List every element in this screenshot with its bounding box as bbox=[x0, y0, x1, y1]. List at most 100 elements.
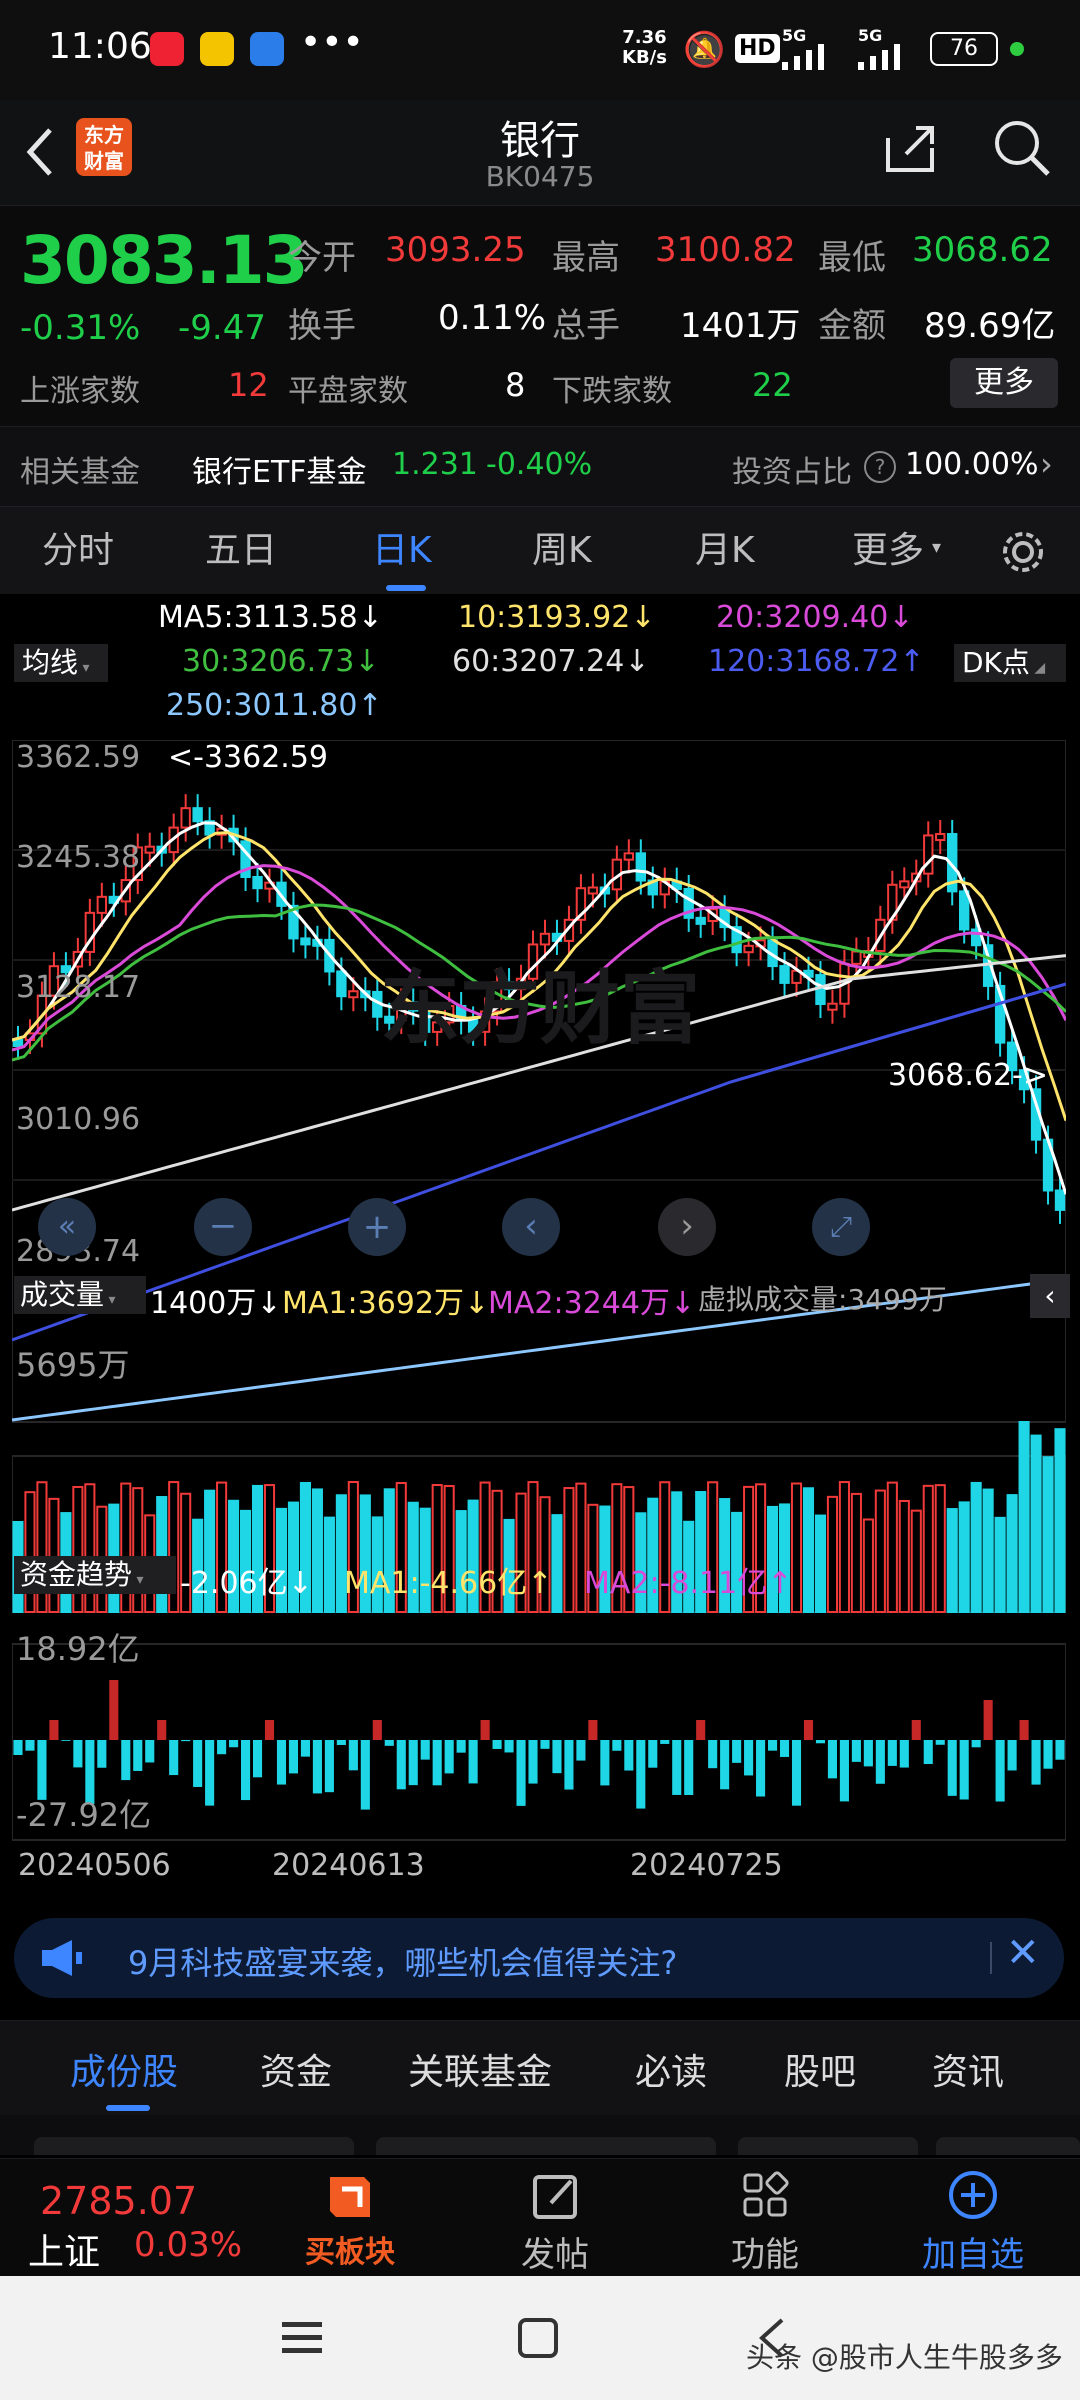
help-icon[interactable]: ? bbox=[864, 451, 896, 483]
flow-bar bbox=[516, 1740, 526, 1806]
more-notifications-icon: ••• bbox=[300, 22, 364, 63]
candle bbox=[779, 965, 790, 984]
low-label: 最低 bbox=[818, 238, 886, 278]
flow-bar bbox=[384, 1740, 394, 1746]
buy-sector-button[interactable]: 买板块 bbox=[290, 2167, 410, 2271]
post-button[interactable]: 发帖 bbox=[500, 2167, 610, 2275]
settings-icon[interactable] bbox=[998, 527, 1048, 577]
volume-bar bbox=[946, 1508, 958, 1614]
zoom-out-button[interactable]: − bbox=[194, 1198, 252, 1256]
turnover-label: 换手 bbox=[288, 306, 356, 346]
volume-y-max: 5695万 bbox=[16, 1346, 130, 1384]
news-banner[interactable]: 9月科技盛宴来袭，哪些机会值得关注? ✕ bbox=[14, 1918, 1064, 1998]
flow-bar bbox=[169, 1740, 179, 1776]
share-icon[interactable] bbox=[880, 118, 940, 178]
indicator-selector[interactable]: 均线 ▾ bbox=[14, 644, 108, 682]
volume-bar bbox=[1018, 1421, 1030, 1614]
flow-bar bbox=[252, 1740, 263, 1778]
function-button[interactable]: 功能 bbox=[710, 2167, 820, 2275]
flow-bar bbox=[528, 1740, 538, 1784]
flow-bar bbox=[276, 1740, 287, 1785]
flow-bar bbox=[193, 1740, 203, 1787]
flow-selector[interactable]: 资金趋势 ▾ bbox=[14, 1556, 176, 1594]
tab-related-funds[interactable]: 关联基金 bbox=[408, 2043, 552, 2095]
y-axis-label: 3128.17 bbox=[16, 970, 141, 1005]
fullscreen-button[interactable]: ⤢ bbox=[812, 1198, 870, 1256]
news-text[interactable]: 9月科技盛宴来袭，哪些机会值得关注? bbox=[128, 1938, 677, 1984]
menu-icon[interactable] bbox=[280, 2318, 324, 2358]
tab-daily-k[interactable]: 日K bbox=[372, 507, 432, 595]
tab-intraday[interactable]: 分时 bbox=[42, 507, 114, 595]
add-watchlist-button[interactable]: 加自选 bbox=[908, 2167, 1038, 2275]
change-amount: -9.47 bbox=[178, 308, 266, 348]
period-tabs: 分时 五日 日K 周K 月K 更多 ▾ bbox=[0, 506, 1080, 596]
candle bbox=[623, 852, 635, 861]
flow-bar bbox=[803, 1720, 814, 1740]
candle bbox=[144, 845, 155, 854]
tab-news[interactable]: 资讯 bbox=[932, 2043, 1004, 2095]
flow-bar bbox=[348, 1740, 358, 1771]
cards-strip bbox=[0, 2115, 1080, 2155]
tab-forum[interactable]: 股吧 bbox=[784, 2043, 856, 2095]
volume-bar bbox=[563, 1487, 575, 1613]
candle bbox=[12, 1039, 24, 1047]
dk-point-button[interactable]: DK点 ◢ bbox=[954, 644, 1066, 682]
volume-bar bbox=[323, 1516, 335, 1613]
flow-bar bbox=[420, 1740, 430, 1760]
candle bbox=[959, 890, 970, 931]
scroll-right-button[interactable]: › bbox=[658, 1198, 716, 1256]
home-icon[interactable] bbox=[516, 2316, 560, 2360]
tab-weekly-k[interactable]: 周K bbox=[532, 507, 592, 595]
flow-bar bbox=[324, 1740, 334, 1793]
flow-bar bbox=[863, 1740, 873, 1767]
more-button[interactable]: 更多 bbox=[950, 358, 1058, 408]
tab-monthly-k[interactable]: 月K bbox=[695, 507, 755, 595]
volume-ma2: MA2:3244万↓ bbox=[488, 1286, 696, 1321]
volume-bar bbox=[838, 1481, 850, 1613]
close-icon[interactable]: ✕ bbox=[1006, 1930, 1040, 1976]
top-header: 东方 财富 银行 BK0475 bbox=[0, 100, 1080, 206]
content-tabs: 成份股 资金 关联基金 必读 股吧 资讯 bbox=[0, 2020, 1080, 2116]
tab-funds[interactable]: 资金 bbox=[260, 2043, 332, 2095]
volume-bar bbox=[156, 1496, 168, 1613]
edit-icon bbox=[533, 2175, 577, 2219]
index-name: 上证 bbox=[28, 2232, 101, 2273]
related-fund-label: 相关基金 bbox=[20, 455, 140, 490]
search-icon[interactable] bbox=[990, 116, 1054, 180]
date-label: 20240506 bbox=[18, 1848, 171, 1883]
fast-back-button[interactable]: « bbox=[38, 1198, 96, 1256]
net-speed-value: 7.36 bbox=[622, 27, 667, 48]
flow-bar bbox=[959, 1740, 969, 1800]
flow-bar bbox=[121, 1740, 131, 1781]
privacy-dot-icon bbox=[1010, 42, 1024, 56]
tab-constituents[interactable]: 成份股 bbox=[70, 2043, 178, 2095]
flow-bar bbox=[504, 1740, 514, 1753]
candle bbox=[348, 990, 359, 999]
flow-bar bbox=[133, 1740, 143, 1771]
flow-bar bbox=[97, 1740, 107, 1768]
flow-bar bbox=[181, 1740, 191, 1742]
volume-ma1: MA1:3692万↓ bbox=[282, 1286, 490, 1321]
volume-selector[interactable]: 成交量 ▾ bbox=[14, 1276, 146, 1314]
flow-label: 资金趋势 bbox=[20, 1558, 133, 1591]
collapse-panel-button[interactable]: ‹ bbox=[1030, 1274, 1070, 1318]
volume-bar bbox=[862, 1518, 874, 1614]
fund-name[interactable]: 银行ETF基金 bbox=[192, 447, 367, 491]
flow-bar bbox=[744, 1740, 754, 1776]
tab-five-day[interactable]: 五日 bbox=[205, 507, 277, 595]
related-fund-row[interactable]: 相关基金 银行ETF基金 1.231 -0.40% 投资占比 ? 100.00%… bbox=[0, 426, 1080, 507]
volume-bar bbox=[1030, 1434, 1042, 1613]
index-quote[interactable]: 2785.07 上证 0.03% bbox=[0, 2159, 260, 2277]
flow-bar bbox=[612, 1740, 622, 1751]
zoom-in-button[interactable]: + bbox=[348, 1198, 406, 1256]
flow-bar bbox=[1031, 1740, 1041, 1785]
volume-bar bbox=[311, 1488, 323, 1614]
ma120-legend: 120:3168.72↑ bbox=[708, 644, 925, 679]
tab-must-read[interactable]: 必读 bbox=[635, 2043, 707, 2095]
tab-more[interactable]: 更多 bbox=[852, 507, 924, 595]
ma5-legend: MA5:3113.58↓ bbox=[158, 600, 383, 635]
scroll-left-button[interactable]: ‹ bbox=[502, 1198, 560, 1256]
volume-bar bbox=[994, 1516, 1006, 1613]
low-marker: 3068.62-> bbox=[888, 1058, 1049, 1093]
card-placeholder bbox=[936, 2137, 1080, 2155]
